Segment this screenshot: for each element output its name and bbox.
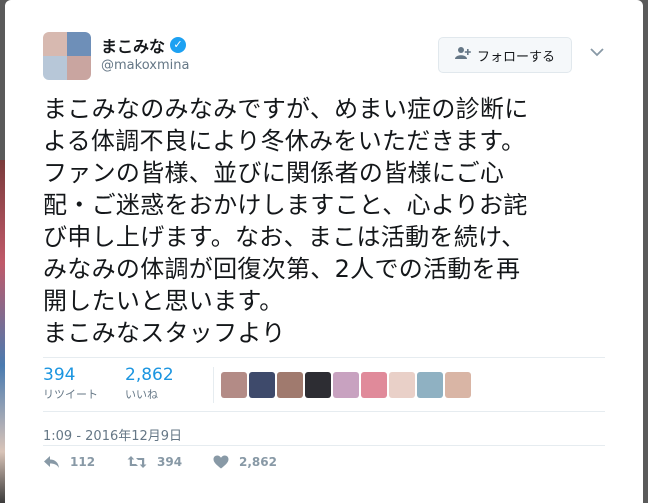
retweet-count: 394	[43, 365, 76, 385]
avatar-tile	[67, 32, 91, 56]
verified-badge-icon: ✓	[170, 37, 187, 53]
avatar[interactable]	[43, 32, 91, 80]
liker-avatar[interactable]	[389, 372, 415, 398]
reply-button[interactable]: 112	[43, 455, 127, 469]
liker-avatar[interactable]	[417, 372, 443, 398]
chevron-down-icon[interactable]	[590, 42, 604, 57]
user-name[interactable]: まこみな	[101, 33, 165, 57]
user-handle[interactable]: @makoxmina	[101, 58, 189, 73]
reply-count: 112	[70, 455, 96, 469]
divider	[43, 445, 605, 446]
avatar-tile	[67, 56, 91, 80]
liker-avatar[interactable]	[221, 372, 247, 398]
like-stat[interactable]: 2,862 いいね	[125, 365, 174, 402]
tweet-card: まこみな ✓ @makoxmina フォローする まこみなのみなみですが、めまい…	[5, 0, 643, 503]
liker-avatar[interactable]	[445, 372, 471, 398]
add-user-icon	[454, 46, 471, 64]
divider	[43, 357, 605, 358]
follow-button[interactable]: フォローする	[438, 37, 572, 73]
follow-button-label: フォローする	[476, 49, 555, 65]
reply-icon	[43, 455, 60, 469]
heart-icon	[213, 455, 229, 469]
like-label: いいね	[125, 388, 158, 401]
retweet-action-count: 394	[157, 455, 183, 469]
liker-avatar[interactable]	[333, 372, 359, 398]
liker-avatar[interactable]	[249, 372, 275, 398]
divider	[213, 367, 214, 403]
liker-avatar[interactable]	[361, 372, 387, 398]
tweet-timestamp[interactable]: 1:09 - 2016年12月9日	[43, 425, 182, 444]
avatar-tile	[43, 56, 67, 80]
avatar-tile	[43, 32, 67, 56]
user-name-row[interactable]: まこみな ✓	[101, 33, 187, 57]
liker-avatars	[221, 372, 471, 398]
liker-avatar[interactable]	[277, 372, 303, 398]
retweet-stat[interactable]: 394 リツイート	[43, 365, 98, 402]
retweet-button[interactable]: 394	[127, 455, 213, 469]
like-button[interactable]: 2,862	[213, 455, 277, 469]
divider	[43, 411, 605, 412]
like-action-count: 2,862	[239, 455, 277, 469]
liker-avatar[interactable]	[305, 372, 331, 398]
retweet-icon	[127, 455, 147, 469]
tweet-actions: 112 394 2,862	[43, 455, 277, 469]
retweet-label: リツイート	[43, 388, 98, 401]
like-count: 2,862	[125, 365, 174, 385]
tweet-text: まこみなのみなみですが、めまい症の診断に よる体調不良により冬休みをいただきます…	[43, 95, 529, 347]
